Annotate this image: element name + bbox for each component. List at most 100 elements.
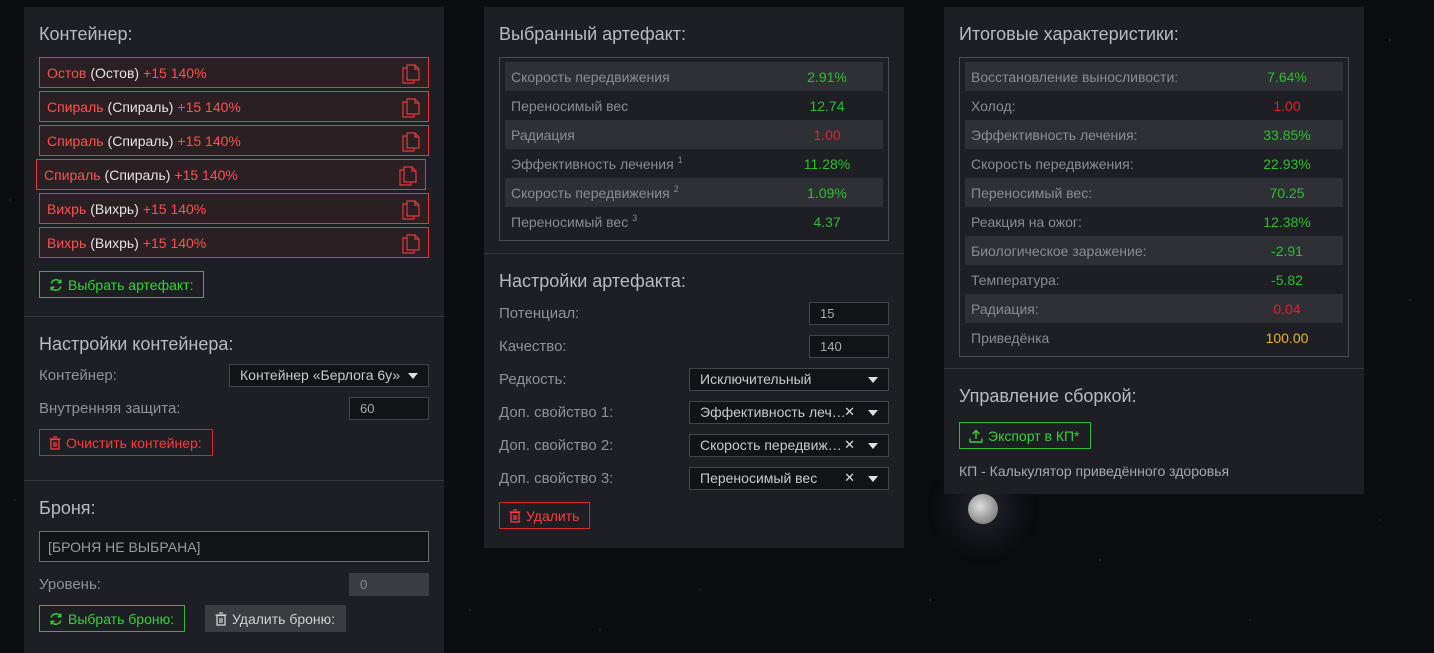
prop2-select[interactable]: Скорость передвижения ✕ [689, 433, 889, 457]
item-type: (Спираль) [104, 166, 171, 183]
clear-icon[interactable]: ✕ [844, 404, 855, 420]
right-panel: Итоговые характеристики: Восстановление … [944, 7, 1364, 494]
armor-field[interactable]: [БРОНЯ НЕ ВЫБРАНА] [39, 531, 429, 562]
copy-icon[interactable] [402, 200, 420, 220]
item-type: (Остов) [90, 64, 140, 81]
stat-label: Холод: [971, 98, 1237, 114]
trash-icon [509, 508, 521, 523]
middle-panel: Выбранный артефакт: Скорость передвижени… [484, 7, 904, 548]
stat-row: Эффективность лечения: 33.85% [965, 120, 1343, 149]
stat-row: Скорость передвижения 2.91% [505, 62, 883, 91]
copy-icon[interactable] [402, 132, 420, 152]
moon-decoration [968, 494, 998, 524]
clear-icon[interactable]: ✕ [844, 437, 855, 453]
totals-stats-table: Восстановление выносливости: 7.64% Холод: 1… [959, 57, 1349, 357]
stat-row: Скорость передвижения: 22.93% [965, 149, 1343, 178]
rarity-label: Редкость: [499, 370, 567, 388]
refresh-icon [50, 278, 62, 291]
protection-input[interactable]: 60 [349, 396, 429, 420]
copy-icon[interactable] [402, 64, 420, 84]
stat-value: 4.37 [813, 213, 841, 230]
prop1-select[interactable]: Эффективность лечения ✕ [689, 400, 889, 424]
prop2-label: Доп. свойство 2: [499, 436, 614, 454]
container-item[interactable]: Спираль (Спираль) +15 140% [39, 125, 429, 156]
select-armor-label: Выбрать броню: [68, 610, 174, 627]
container-item[interactable]: Спираль (Спираль) +15 140% [39, 91, 429, 122]
item-name: Спираль [47, 132, 104, 149]
stat-value: 7.64% [1267, 68, 1307, 85]
artifact-settings-section: Настройки артефакта: Потенциал: 15 Качес… [484, 254, 904, 548]
stat-row: Скорость передвижения 2 1.09% [505, 178, 883, 207]
protection-row: Внутренняя защита: 60 [39, 396, 429, 420]
clear-container-button[interactable]: Очистить контейнер: [39, 429, 213, 456]
chevron-down-icon [868, 442, 878, 449]
container-item[interactable]: Вихрь (Вихрь) +15 140% [39, 193, 429, 224]
stat-label-text: Переносимый вес [511, 214, 629, 230]
clear-icon[interactable]: ✕ [844, 470, 855, 486]
stat-label-text: Эффективность лечения: [971, 126, 1138, 143]
stat-label: Приведёнка [971, 330, 1237, 346]
item-level: +15 140% [142, 200, 207, 217]
potential-input[interactable]: 15 [809, 301, 889, 325]
armor-section: Броня: [БРОНЯ НЕ ВЫБРАНА] Уровень: 0 Выб… [24, 481, 444, 651]
stat-label: Биологическое заражение: [971, 243, 1237, 259]
item-level: +15 140% [174, 166, 238, 183]
stat-value: 11.28% [803, 155, 851, 172]
prop3-select[interactable]: Переносимый вес ✕ [689, 466, 889, 490]
stat-label: Переносимый вес: [971, 185, 1237, 201]
stat-value: 1.09% [807, 184, 847, 201]
delete-armor-label: Удалить броню: [232, 610, 336, 627]
rarity-select[interactable]: Исключительный [689, 367, 889, 391]
item-name: Вихрь [47, 200, 87, 217]
stat-label: Скорость передвижения [511, 69, 777, 85]
stat-value: 12.74 [809, 97, 845, 114]
stat-row: Переносимый вес 3 4.37 [505, 207, 883, 236]
stat-label-text: Переносимый вес [511, 97, 629, 114]
container-select-value: Контейнер «Берлога 6у» [240, 367, 401, 383]
item-type: (Спираль) [107, 132, 174, 149]
chevron-down-icon [868, 475, 878, 482]
export-button[interactable]: Экспорт в КП* [959, 422, 1091, 449]
container-item[interactable]: Вихрь (Вихрь) +15 140% [39, 227, 429, 258]
item-level: +15 140% [143, 64, 207, 81]
item-name: Спираль [44, 166, 101, 183]
copy-icon[interactable] [402, 98, 420, 118]
quality-label: Качество: [499, 337, 567, 355]
stat-label: Эффективность лечения: [971, 127, 1237, 143]
stat-label-text: Реакция на ожог: [971, 213, 1082, 230]
container-row: Контейнер: Контейнер «Берлога 6у» [39, 363, 429, 387]
item-level: +15 140% [177, 98, 241, 115]
stat-label-text: Биологическое заражение: [971, 242, 1147, 259]
prop2-row: Доп. свойство 2: Скорость передвижения ✕ [499, 433, 889, 457]
stat-value: 100.00 [1265, 329, 1309, 346]
selected-artifact-title: Выбранный артефакт: [499, 24, 686, 44]
stat-footnote: 1 [677, 155, 683, 165]
stat-label: Скорость передвижения: [971, 156, 1237, 172]
copy-icon[interactable] [402, 234, 420, 254]
container-title: Контейнер: [39, 24, 133, 44]
potential-row: Потенциал: 15 [499, 301, 889, 325]
stat-row: Переносимый вес 12.74 [505, 91, 883, 120]
copy-icon[interactable] [399, 166, 417, 186]
item-type: (Спираль) [107, 98, 174, 115]
delete-artifact-button[interactable]: Удалить [499, 502, 591, 529]
rarity-row: Редкость: Исключительный [499, 367, 889, 391]
select-artifact-button[interactable]: Выбрать артефакт: [39, 271, 205, 298]
container-items: Остов (Остов) +15 140% Спираль (Спираль) +15 … [36, 57, 429, 258]
container-item[interactable]: Спираль (Спираль) +15 140% [36, 159, 426, 190]
stat-label-text: Приведёнка [971, 329, 1050, 346]
quality-input[interactable]: 140 [809, 334, 889, 358]
container-item[interactable]: Остов (Остов) +15 140% [39, 57, 429, 88]
container-select[interactable]: Контейнер «Берлога 6у» [229, 363, 429, 387]
prop1-label: Доп. свойство 1: [499, 403, 614, 421]
delete-armor-button[interactable]: Удалить броню: [205, 605, 347, 632]
chevron-down-icon [868, 376, 878, 383]
container-settings-title: Настройки контейнера: [39, 334, 234, 354]
trash-icon [215, 611, 227, 626]
stat-label-text: Эффективность лечения [511, 156, 674, 172]
item-type: (Вихрь) [90, 234, 139, 251]
select-armor-button[interactable]: Выбрать броню: [39, 605, 185, 632]
stat-label: Скорость передвижения 2 [511, 184, 777, 201]
stat-row: Температура: -5.82 [965, 265, 1343, 294]
stat-label-text: Холод: [971, 97, 1016, 114]
